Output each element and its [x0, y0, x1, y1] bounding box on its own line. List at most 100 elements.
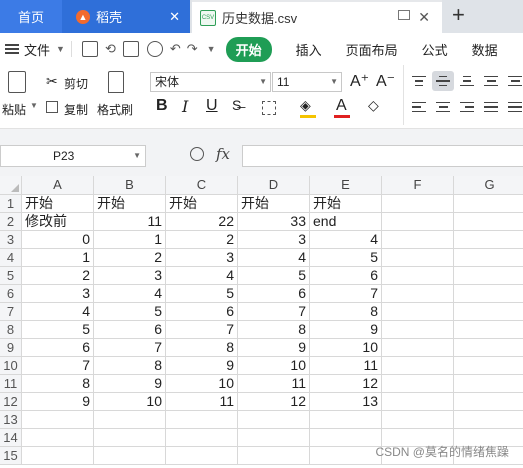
- cell-e8[interactable]: 9: [310, 321, 382, 339]
- menu-item-data[interactable]: 数据: [472, 40, 498, 59]
- cell-f4[interactable]: [382, 249, 454, 267]
- cell-e15[interactable]: [310, 447, 382, 465]
- column-header-a[interactable]: A: [22, 176, 94, 195]
- cell-f10[interactable]: [382, 357, 454, 375]
- cell-e14[interactable]: [310, 429, 382, 447]
- cell-a6[interactable]: 3: [22, 285, 94, 303]
- cell-b7[interactable]: 5: [94, 303, 166, 321]
- cell-a5[interactable]: 2: [22, 267, 94, 285]
- font-name-select[interactable]: 宋体 ▼: [150, 72, 271, 92]
- cell-a1[interactable]: 开始: [22, 195, 94, 213]
- row-header-14[interactable]: 14: [0, 429, 22, 447]
- cell-b10[interactable]: 8: [94, 357, 166, 375]
- undo-icon[interactable]: ↶: [170, 41, 181, 57]
- column-header-d[interactable]: D: [238, 176, 310, 195]
- select-all-button[interactable]: [0, 176, 22, 195]
- copy-button[interactable]: 复制: [64, 101, 88, 118]
- cell-b3[interactable]: 1: [94, 231, 166, 249]
- cell-a7[interactable]: 4: [22, 303, 94, 321]
- align-bottom-icon[interactable]: [456, 71, 478, 91]
- fill-color-icon[interactable]: ◈: [300, 97, 311, 114]
- tab-file[interactable]: CSV 历史数据.csv ✕: [192, 0, 442, 33]
- menu-item-page-layout[interactable]: 页面布局: [346, 40, 398, 59]
- cell-g9[interactable]: [454, 339, 523, 357]
- column-header-b[interactable]: B: [94, 176, 166, 195]
- cell-e11[interactable]: 12: [310, 375, 382, 393]
- cell-c8[interactable]: 7: [166, 321, 238, 339]
- chevron-down-icon[interactable]: ▼: [259, 73, 267, 91]
- cell-d10[interactable]: 10: [238, 357, 310, 375]
- menu-item-formulas[interactable]: 公式: [422, 40, 448, 59]
- cell-c4[interactable]: 3: [166, 249, 238, 267]
- align-right-icon[interactable]: [456, 97, 478, 117]
- cell-a11[interactable]: 8: [22, 375, 94, 393]
- row-header-5[interactable]: 5: [0, 267, 22, 285]
- cell-d9[interactable]: 9: [238, 339, 310, 357]
- cell-e1[interactable]: 开始: [310, 195, 382, 213]
- cell-b8[interactable]: 6: [94, 321, 166, 339]
- row-header-2[interactable]: 2: [0, 213, 22, 231]
- tab-home[interactable]: 首页: [0, 0, 62, 33]
- cell-f5[interactable]: [382, 267, 454, 285]
- cell-a4[interactable]: 1: [22, 249, 94, 267]
- cell-f11[interactable]: [382, 375, 454, 393]
- cell-f13[interactable]: [382, 411, 454, 429]
- save-icon[interactable]: [81, 41, 98, 57]
- cell-f7[interactable]: [382, 303, 454, 321]
- cell-b11[interactable]: 9: [94, 375, 166, 393]
- cell-f6[interactable]: [382, 285, 454, 303]
- align-center-icon[interactable]: [432, 97, 454, 117]
- cell-c11[interactable]: 10: [166, 375, 238, 393]
- cut-button[interactable]: 剪切: [64, 75, 88, 92]
- window-icon[interactable]: [398, 10, 410, 20]
- cell-g5[interactable]: [454, 267, 523, 285]
- cell-g10[interactable]: [454, 357, 523, 375]
- cell-f8[interactable]: [382, 321, 454, 339]
- cell-f2[interactable]: [382, 213, 454, 231]
- cell-e5[interactable]: 6: [310, 267, 382, 285]
- menu-item-home[interactable]: 开始: [225, 36, 272, 62]
- row-header-8[interactable]: 8: [0, 321, 22, 339]
- cell-e2[interactable]: end: [310, 213, 382, 231]
- cell-c6[interactable]: 5: [166, 285, 238, 303]
- paste-icon[interactable]: [8, 71, 26, 93]
- cell-d5[interactable]: 5: [238, 267, 310, 285]
- bold-button[interactable]: B: [156, 97, 168, 115]
- row-header-3[interactable]: 3: [0, 231, 22, 249]
- redo-icon[interactable]: ↷: [187, 41, 198, 57]
- close-icon[interactable]: ✕: [418, 9, 430, 26]
- align-top-icon[interactable]: [408, 71, 430, 91]
- chevron-down-icon[interactable]: ▼: [56, 44, 65, 54]
- row-header-11[interactable]: 11: [0, 375, 22, 393]
- cell-b6[interactable]: 4: [94, 285, 166, 303]
- row-header-15[interactable]: 15: [0, 447, 22, 465]
- cell-g12[interactable]: [454, 393, 523, 411]
- cell-e10[interactable]: 11: [310, 357, 382, 375]
- increase-font-button[interactable]: A⁺: [350, 71, 369, 91]
- font-color-button[interactable]: A: [336, 97, 347, 115]
- tab-daoke[interactable]: ▲ 稻壳 ✕: [62, 0, 190, 33]
- cell-f9[interactable]: [382, 339, 454, 357]
- cell-b5[interactable]: 3: [94, 267, 166, 285]
- cell-f3[interactable]: [382, 231, 454, 249]
- cell-d7[interactable]: 7: [238, 303, 310, 321]
- cell-a3[interactable]: 0: [22, 231, 94, 249]
- cell-d11[interactable]: 11: [238, 375, 310, 393]
- cell-c9[interactable]: 8: [166, 339, 238, 357]
- cell-d12[interactable]: 12: [238, 393, 310, 411]
- close-icon[interactable]: ✕: [169, 9, 180, 25]
- justify-icon[interactable]: [480, 97, 502, 117]
- sync-icon[interactable]: ⟲: [105, 41, 116, 57]
- cell-g11[interactable]: [454, 375, 523, 393]
- strikethrough-icon[interactable]: S̶: [232, 97, 241, 113]
- menu-icon[interactable]: [5, 42, 19, 56]
- cell-a2[interactable]: 修改前: [22, 213, 94, 231]
- italic-button[interactable]: I: [182, 97, 188, 116]
- cell-d3[interactable]: 3: [238, 231, 310, 249]
- decrease-font-button[interactable]: A⁻: [376, 71, 395, 91]
- cell-g1[interactable]: [454, 195, 523, 213]
- cell-g4[interactable]: [454, 249, 523, 267]
- cell-e3[interactable]: 4: [310, 231, 382, 249]
- underline-button[interactable]: U: [206, 97, 218, 115]
- cell-c10[interactable]: 9: [166, 357, 238, 375]
